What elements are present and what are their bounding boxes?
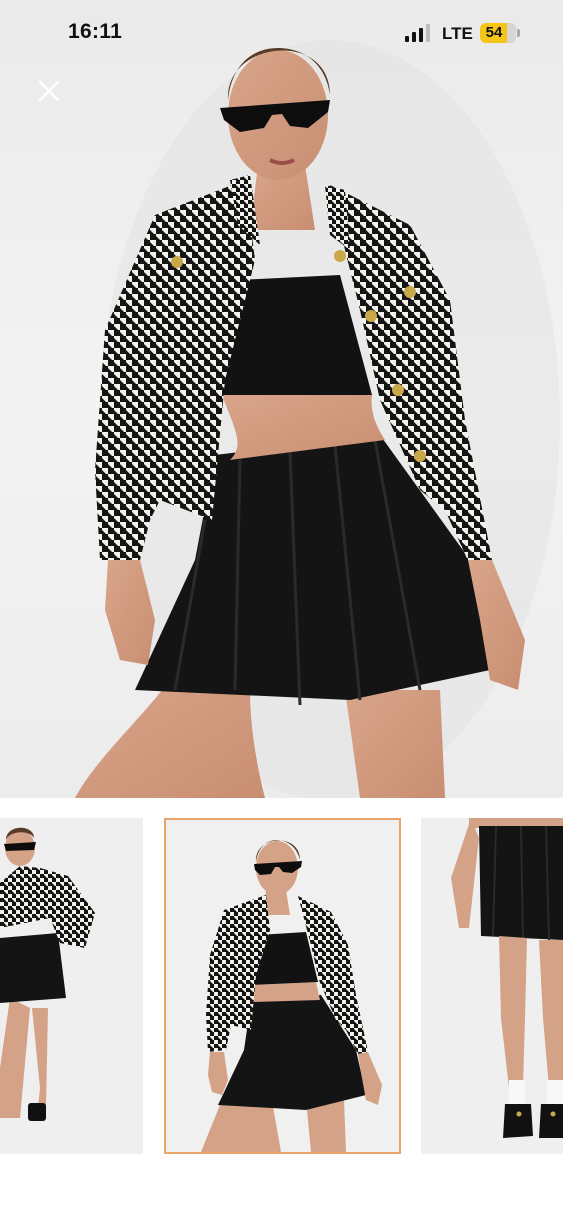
battery-cap: [517, 29, 520, 37]
thumbnail-skirt-closeup[interactable]: [421, 818, 563, 1154]
thumbnail-strip: [0, 818, 563, 1154]
close-button[interactable]: [30, 72, 68, 110]
main-image-illustration: [75, 40, 560, 798]
status-time: 16:11: [68, 20, 123, 43]
main-product-image[interactable]: [0, 0, 563, 798]
battery-icon: 54: [480, 23, 516, 43]
thumbnail-image: [421, 818, 563, 1154]
cellular-signal-icon: [405, 24, 433, 42]
thumbnail-outfit-front-pose[interactable]: [164, 818, 401, 1154]
network-type: LTE: [442, 24, 473, 43]
status-bar: 16:11 LTE 54: [0, 0, 563, 68]
thumbnail-image: [166, 820, 399, 1152]
thumbnail-outfit-side-pose[interactable]: [0, 818, 143, 1154]
battery-level: 54: [485, 24, 503, 41]
thumbnail-image: [0, 818, 143, 1154]
close-icon: [38, 80, 60, 102]
